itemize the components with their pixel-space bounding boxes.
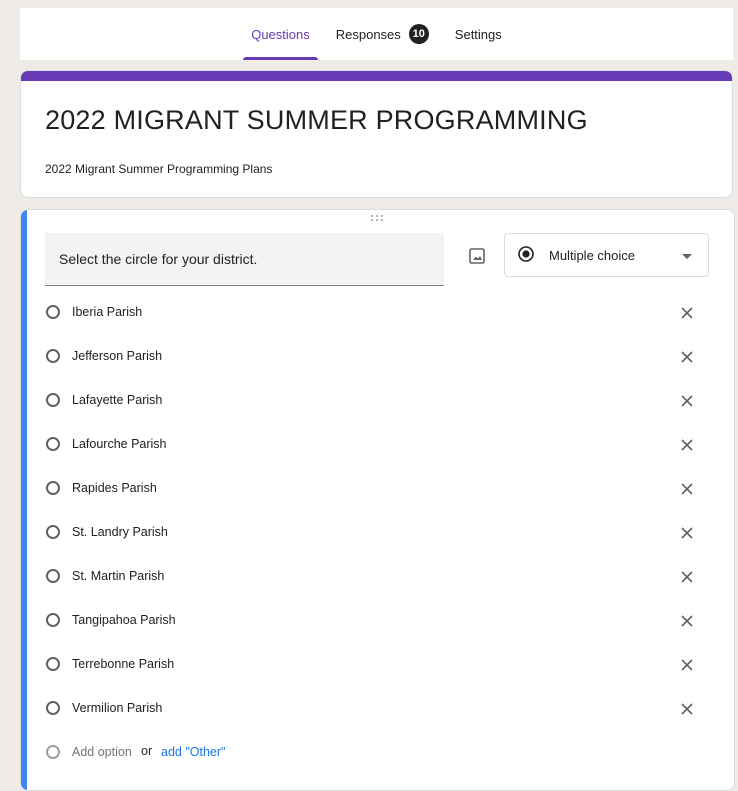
question-type-dropdown[interactable]: Multiple choice (504, 233, 709, 277)
tab-settings[interactable]: Settings (455, 8, 502, 60)
drag-handle-icon[interactable] (369, 214, 385, 224)
option-label[interactable]: St. Martin Parish (72, 569, 164, 583)
radio-icon (46, 745, 60, 759)
close-icon[interactable] (675, 345, 699, 369)
image-icon[interactable] (468, 247, 486, 265)
question-type-label: Multiple choice (549, 247, 635, 263)
radio-icon (46, 613, 60, 627)
close-icon[interactable] (675, 301, 699, 325)
option-row: Rapides Parish (21, 468, 734, 512)
close-icon[interactable] (675, 389, 699, 413)
option-row: Vermilion Parish (21, 688, 734, 732)
option-label[interactable]: Lafourche Parish (72, 437, 167, 451)
caret-down-icon (682, 254, 692, 259)
close-icon[interactable] (675, 477, 699, 501)
form-header-accent (21, 71, 732, 81)
option-label[interactable]: Rapides Parish (72, 481, 157, 495)
tab-responses-label: Responses (335, 26, 401, 42)
option-label[interactable]: Terrebonne Parish (72, 657, 174, 671)
close-icon[interactable] (675, 697, 699, 721)
close-icon[interactable] (675, 565, 699, 589)
radio-icon (46, 305, 60, 319)
radio-icon (46, 569, 60, 583)
option-row: Lafayette Parish (21, 380, 734, 424)
option-label[interactable]: Jefferson Parish (72, 349, 162, 363)
question-card[interactable]: Select the circle for your district. Mul… (20, 209, 735, 791)
options-list: Iberia Parish Jefferson Parish Lafayette… (21, 292, 734, 776)
option-row: Iberia Parish (21, 292, 734, 336)
radio-icon (46, 349, 60, 363)
form-title[interactable]: 2022 MIGRANT SUMMER PROGRAMMING (45, 105, 588, 136)
tab-questions-label: Questions (251, 26, 310, 42)
option-label[interactable]: Iberia Parish (72, 305, 142, 319)
option-row: Tangipahoa Parish (21, 600, 734, 644)
top-navigation: Questions Responses 10 Settings (20, 8, 733, 60)
form-description[interactable]: 2022 Migrant Summer Programming Plans (45, 162, 272, 176)
or-label: or (141, 744, 153, 758)
close-icon[interactable] (675, 653, 699, 677)
radio-icon (46, 657, 60, 671)
radio-icon (46, 437, 60, 451)
tab-questions[interactable]: Questions (243, 8, 318, 60)
option-row: Lafourche Parish (21, 424, 734, 468)
option-label[interactable]: Vermilion Parish (72, 701, 162, 715)
form-tabs: Questions Responses 10 Settings (20, 8, 733, 60)
radio-icon (46, 393, 60, 407)
add-option-input[interactable]: Add option (72, 745, 132, 759)
radio-icon (46, 701, 60, 715)
option-label[interactable]: St. Landry Parish (72, 525, 168, 539)
add-option-row: Add option or add "Other" (21, 732, 734, 776)
radio-icon (46, 525, 60, 539)
add-other-link[interactable]: add "Other" (161, 745, 225, 759)
radio-icon (46, 481, 60, 495)
option-row: Jefferson Parish (21, 336, 734, 380)
radio-selected-icon (517, 245, 535, 266)
tab-responses[interactable]: Responses 10 (336, 8, 429, 60)
responses-count-badge: 10 (408, 24, 429, 44)
tab-settings-label: Settings (454, 26, 502, 42)
option-label[interactable]: Lafayette Parish (72, 393, 162, 407)
option-row: Terrebonne Parish (21, 644, 734, 688)
option-row: St. Landry Parish (21, 512, 734, 556)
close-icon[interactable] (675, 521, 699, 545)
question-title-input[interactable]: Select the circle for your district. (45, 233, 444, 286)
option-row: St. Martin Parish (21, 556, 734, 600)
close-icon[interactable] (675, 433, 699, 457)
close-icon[interactable] (675, 609, 699, 633)
option-label[interactable]: Tangipahoa Parish (72, 613, 176, 627)
form-header-card: 2022 MIGRANT SUMMER PROGRAMMING 2022 Mig… (20, 70, 733, 198)
